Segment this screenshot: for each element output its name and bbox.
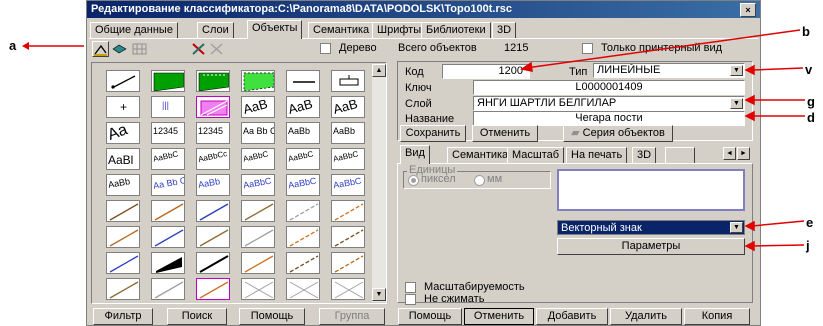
view-tab-view[interactable]: Вид — [400, 145, 430, 164]
tab-objects[interactable]: Объекты — [247, 20, 303, 39]
